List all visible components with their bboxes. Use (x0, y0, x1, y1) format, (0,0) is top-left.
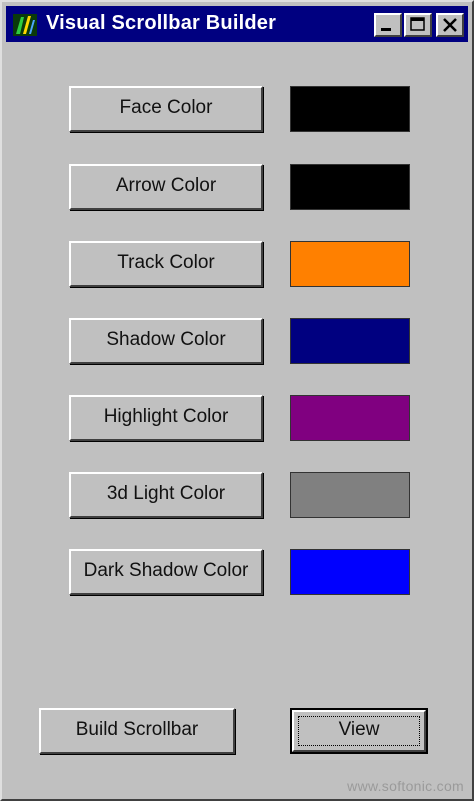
minimize-icon (381, 28, 391, 31)
3d-light-color-button[interactable]: 3d Light Color (69, 472, 263, 518)
view-button[interactable]: View (290, 708, 428, 754)
maximize-button[interactable] (404, 13, 432, 37)
app-icon[interactable] (12, 12, 38, 38)
title-bar[interactable]: Visual Scrollbar Builder (6, 6, 468, 42)
shadow-color-button[interactable]: Shadow Color (69, 318, 263, 364)
build-scrollbar-button[interactable]: Build Scrollbar (39, 708, 235, 754)
close-icon (443, 18, 457, 32)
face-color-button[interactable]: Face Color (69, 86, 263, 132)
close-button[interactable] (436, 13, 464, 37)
arrow-color-button[interactable]: Arrow Color (69, 164, 263, 210)
highlight-color-swatch[interactable] (290, 395, 410, 441)
arrow-color-swatch[interactable] (290, 164, 410, 210)
app-window: Visual Scrollbar Builder Face Color Arro… (0, 0, 474, 801)
watermark: www.softonic.com (347, 778, 464, 794)
minimize-button[interactable] (374, 13, 402, 37)
highlight-color-button[interactable]: Highlight Color (69, 395, 263, 441)
3d-light-color-swatch[interactable] (290, 472, 410, 518)
dark-shadow-color-button[interactable]: Dark Shadow Color (69, 549, 263, 595)
view-button-label: View (338, 719, 380, 740)
face-color-swatch[interactable] (290, 86, 410, 132)
window-title: Visual Scrollbar Builder (46, 12, 277, 34)
track-color-button[interactable]: Track Color (69, 241, 263, 287)
shadow-color-swatch[interactable] (290, 318, 410, 364)
track-color-swatch[interactable] (290, 241, 410, 287)
dark-shadow-color-swatch[interactable] (290, 549, 410, 595)
maximize-icon (410, 17, 425, 31)
